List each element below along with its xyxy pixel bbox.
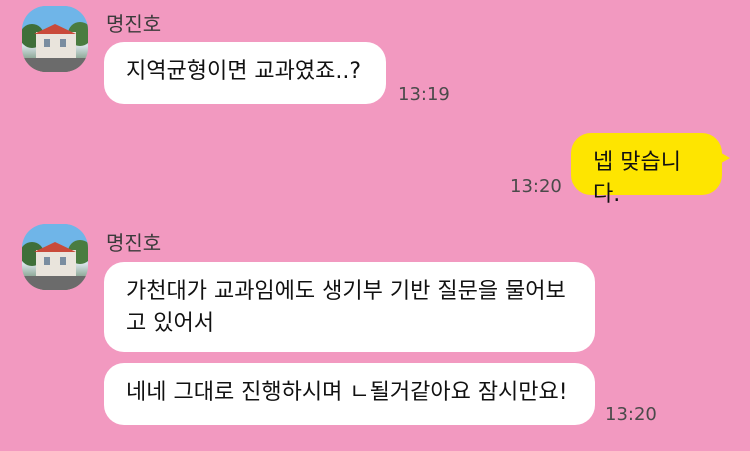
message-text: 넵 맞습니다. <box>593 150 681 207</box>
message-bubble[interactable]: 지역균형이면 교과였죠..? <box>104 42 386 104</box>
message-text-line: 고 있어서 <box>126 311 214 336</box>
my-message-bubble[interactable]: 넵 맞습니다. <box>571 133 722 207</box>
avatar[interactable] <box>22 224 88 290</box>
message-text: 지역균형이면 교과였죠..? <box>126 59 362 84</box>
message-text: 네네 그대로 진행하시며 ㄴ될거같아요 잠시만요! <box>126 380 568 405</box>
avatar-building-photo <box>22 224 88 290</box>
message-bubble[interactable]: 네네 그대로 진행하시며 ㄴ될거같아요 잠시만요! <box>104 363 595 425</box>
avatar[interactable] <box>22 6 88 72</box>
message-time: 13:19 <box>398 84 450 105</box>
sender-name: 명진호 <box>106 231 162 255</box>
message-time: 13:20 <box>510 176 562 197</box>
bubble-tail <box>716 150 730 166</box>
sender-name: 명진호 <box>106 12 162 36</box>
message-text-line: 가천대가 교과임에도 생기부 기반 질문을 물어보 <box>126 279 566 304</box>
avatar-building-photo <box>22 6 88 72</box>
message-time: 13:20 <box>605 404 657 425</box>
message-bubble[interactable]: 가천대가 교과임에도 생기부 기반 질문을 물어보 고 있어서 <box>104 262 595 352</box>
